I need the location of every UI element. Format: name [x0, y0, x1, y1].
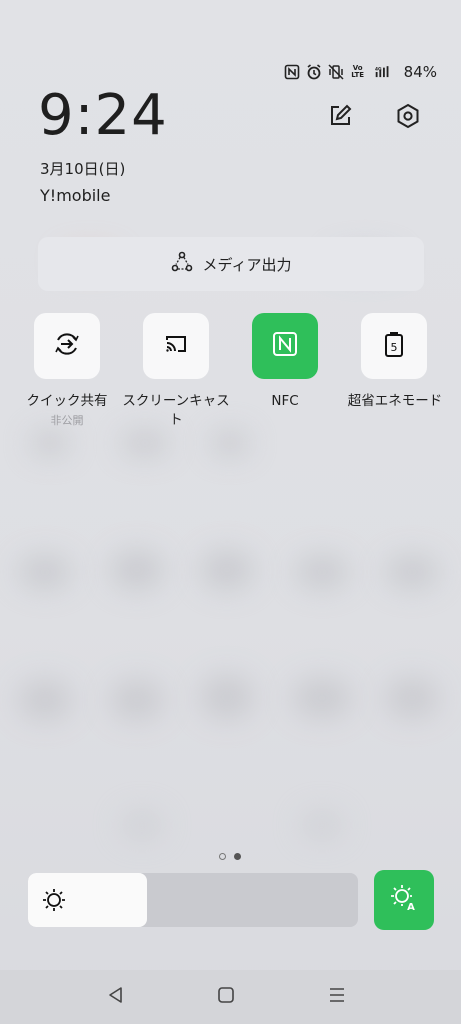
auto-brightness-button[interactable]: A — [374, 870, 434, 930]
status-bar: Vo LTE 4G 84% — [284, 60, 437, 84]
auto-brightness-icon: A — [390, 884, 418, 916]
blurred-content — [200, 675, 254, 719]
settings-button[interactable] — [390, 100, 426, 136]
media-output-label: メディア出力 — [202, 255, 292, 274]
blurred-content — [30, 430, 70, 456]
svg-text:5: 5 — [391, 341, 398, 354]
tile-nfc[interactable] — [252, 313, 318, 379]
nfc-icon — [272, 331, 298, 361]
page-indicator-dot-active — [234, 853, 241, 860]
blurred-content — [200, 550, 254, 590]
blurred-content — [295, 555, 349, 589]
quick-share-icon — [54, 331, 80, 361]
tile-label: NFC — [271, 393, 299, 409]
edit-icon — [328, 104, 352, 132]
gear-icon — [395, 103, 421, 133]
volte-icon: Vo LTE — [351, 64, 365, 79]
vibrate-off-icon — [328, 64, 344, 80]
blurred-content — [300, 810, 344, 840]
blurred-content — [210, 430, 250, 456]
tile-sublabel: 非公開 — [50, 414, 84, 427]
media-output-icon — [171, 251, 193, 277]
tile-label: スクリーンキャスト — [122, 393, 230, 428]
tile-label: 超省エネモード — [347, 393, 443, 409]
blurred-content — [385, 678, 439, 718]
tile-super-power-saving[interactable]: 5 — [361, 313, 427, 379]
recents-icon — [328, 986, 346, 1008]
svg-text:A: A — [407, 902, 415, 912]
blurred-content — [120, 810, 164, 840]
brightness-icon — [42, 888, 66, 916]
clock[interactable]: 9:24 — [38, 88, 168, 144]
carrier-name: Y!mobile — [40, 186, 111, 205]
alarm-icon — [306, 64, 322, 80]
blurred-content — [110, 680, 164, 720]
home-button[interactable] — [206, 980, 246, 1014]
home-icon — [217, 986, 235, 1008]
back-icon — [107, 986, 125, 1008]
recents-button[interactable] — [317, 980, 357, 1014]
media-output-button[interactable]: メディア出力 — [38, 237, 424, 291]
cast-icon — [164, 332, 188, 360]
battery-percentage: 84% — [403, 63, 437, 81]
blurred-content — [18, 680, 72, 720]
blurred-content — [18, 555, 72, 589]
tile-screen-cast[interactable] — [143, 313, 209, 379]
battery-saver-icon: 5 — [384, 331, 404, 361]
blurred-content — [385, 555, 439, 589]
blurred-content — [110, 550, 164, 590]
blurred-content — [292, 678, 352, 718]
date[interactable]: 3月10日(日) — [40, 158, 125, 179]
tile-label: クイック共有 — [26, 393, 108, 409]
brightness-slider[interactable] — [28, 873, 358, 927]
edit-button[interactable] — [322, 100, 358, 136]
blurred-content — [120, 430, 170, 456]
back-button[interactable] — [96, 980, 136, 1014]
4g-signal-icon: 4G — [372, 64, 394, 80]
tile-quick-share[interactable] — [34, 313, 100, 379]
page-indicator-dot — [219, 853, 226, 860]
nfc-status-icon — [284, 64, 300, 80]
